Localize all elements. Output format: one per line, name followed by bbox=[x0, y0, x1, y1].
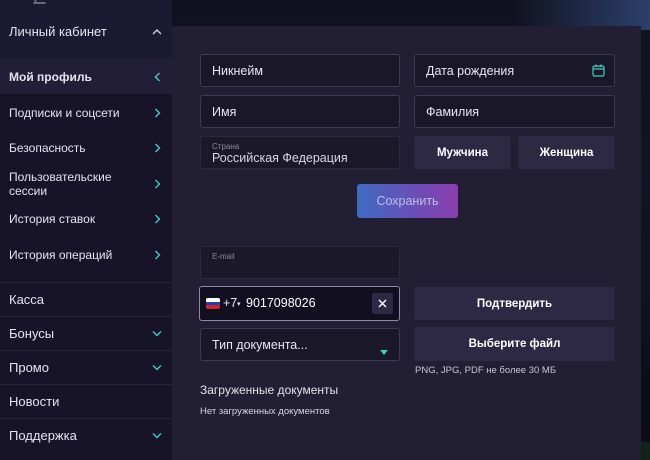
sidebar-section-title: Личный кабинет bbox=[9, 23, 107, 39]
nickname-placeholder: Никнейм bbox=[212, 63, 263, 78]
confirm-button[interactable]: Подтвердить bbox=[414, 287, 615, 320]
first-name-placeholder: Имя bbox=[212, 104, 237, 119]
sidebar-item-promo[interactable]: Промо bbox=[0, 350, 172, 384]
uploaded-documents-title: Загруженные документы bbox=[200, 383, 339, 397]
sidebar-section-personal-cabinet[interactable]: Личный кабинет bbox=[0, 14, 172, 48]
file-hint: PNG, JPG, PDF не более 30 МБ bbox=[415, 365, 557, 376]
last-name-placeholder: Фамилия bbox=[426, 104, 480, 119]
last-name-field[interactable]: Фамилия bbox=[414, 95, 615, 128]
chevron-right-icon bbox=[151, 249, 163, 261]
chevron-down-icon bbox=[151, 429, 163, 441]
document-type-placeholder: Тип документа... bbox=[212, 337, 308, 352]
birthdate-field[interactable]: Дата рождения bbox=[414, 54, 615, 87]
document-type-select[interactable]: Тип документа... bbox=[200, 328, 400, 361]
sidebar-item-label: Мой профиль bbox=[9, 70, 92, 84]
gender-female-button[interactable]: Женщина bbox=[518, 136, 615, 169]
russia-flag-icon[interactable] bbox=[206, 298, 220, 309]
close-icon[interactable] bbox=[372, 293, 393, 314]
chevron-right-icon bbox=[151, 142, 163, 154]
sidebar-item-news[interactable]: Новости bbox=[0, 384, 172, 418]
nickname-field[interactable]: Никнейм bbox=[200, 54, 400, 87]
birthdate-placeholder: Дата рождения bbox=[426, 63, 515, 78]
code-dropdown-icon[interactable]: ▾ bbox=[237, 300, 241, 308]
chevron-down-icon bbox=[151, 361, 163, 373]
sidebar-item-operation-history[interactable]: История операций bbox=[0, 238, 172, 272]
sidebar: Личный кабинет Мой профиль Подписки и со… bbox=[0, 0, 172, 460]
logo-icon bbox=[33, 0, 47, 4]
sidebar-item-cashier[interactable]: Касса bbox=[0, 282, 172, 316]
save-button[interactable]: Сохранить bbox=[357, 184, 458, 218]
sidebar-item-label: Касса bbox=[9, 291, 45, 307]
chevron-right-icon bbox=[151, 213, 163, 225]
sidebar-item-security[interactable]: Безопасность bbox=[0, 131, 172, 165]
save-label: Сохранить bbox=[376, 194, 439, 208]
sidebar-item-bet-history[interactable]: История ставок bbox=[0, 202, 172, 236]
sidebar-item-label: Промо bbox=[9, 359, 49, 375]
choose-file-label: Выберите файл bbox=[468, 338, 561, 350]
sidebar-item-label: Безопасность bbox=[9, 141, 86, 155]
chevron-right-icon bbox=[151, 107, 163, 119]
country-label: Страна bbox=[212, 142, 240, 151]
choose-file-button[interactable]: Выберите файл bbox=[414, 327, 615, 361]
country-value: Российская Федерация bbox=[212, 151, 348, 165]
sidebar-item-label: История операций bbox=[9, 248, 113, 262]
sidebar-item-label: Бонусы bbox=[9, 325, 55, 341]
sidebar-item-subscriptions[interactable]: Подписки и соцсети bbox=[0, 96, 172, 130]
confirm-label: Подтвердить bbox=[476, 297, 553, 310]
country-field: Страна Российская Федерация bbox=[200, 136, 400, 169]
gender-female-label: Женщина bbox=[539, 146, 594, 159]
sidebar-item-my-profile[interactable]: Мой профиль bbox=[0, 60, 172, 94]
chevron-left-icon bbox=[151, 71, 163, 83]
sidebar-item-label: Подписки и соцсети bbox=[9, 106, 120, 120]
sidebar-item-label: История ставок bbox=[9, 212, 96, 226]
caret-down-icon bbox=[380, 343, 388, 361]
uploaded-documents-empty: Нет загруженных документов bbox=[200, 406, 330, 417]
phone-country-code[interactable]: +7 bbox=[223, 296, 237, 310]
email-label: E-mail bbox=[212, 252, 235, 261]
calendar-icon[interactable] bbox=[592, 64, 605, 82]
sidebar-item-label: Новости bbox=[9, 393, 60, 409]
chevron-right-icon bbox=[151, 178, 163, 190]
first-name-field[interactable]: Имя bbox=[200, 95, 400, 128]
sidebar-item-bonuses[interactable]: Бонусы bbox=[0, 316, 172, 350]
gender-male-label: Мужчина bbox=[436, 146, 489, 159]
sidebar-item-label: Поддержка bbox=[9, 427, 77, 443]
sidebar-item-label: Пользовательские сессии bbox=[9, 170, 112, 198]
sidebar-item-support[interactable]: Поддержка bbox=[0, 418, 172, 452]
profile-form-panel: Никнейм Дата рождения Имя Фамилия Страна… bbox=[172, 26, 641, 460]
gender-male-button[interactable]: Мужчина bbox=[414, 136, 511, 169]
chevron-down-icon bbox=[151, 327, 163, 339]
sidebar-item-user-sessions[interactable]: Пользовательские сессии bbox=[0, 167, 172, 201]
chevron-up-icon bbox=[151, 25, 163, 37]
email-field[interactable]: E-mail bbox=[200, 246, 400, 279]
phone-number-value: 9017098026 bbox=[246, 296, 316, 310]
phone-field[interactable]: +7 ▾ 9017098026 bbox=[199, 286, 400, 321]
